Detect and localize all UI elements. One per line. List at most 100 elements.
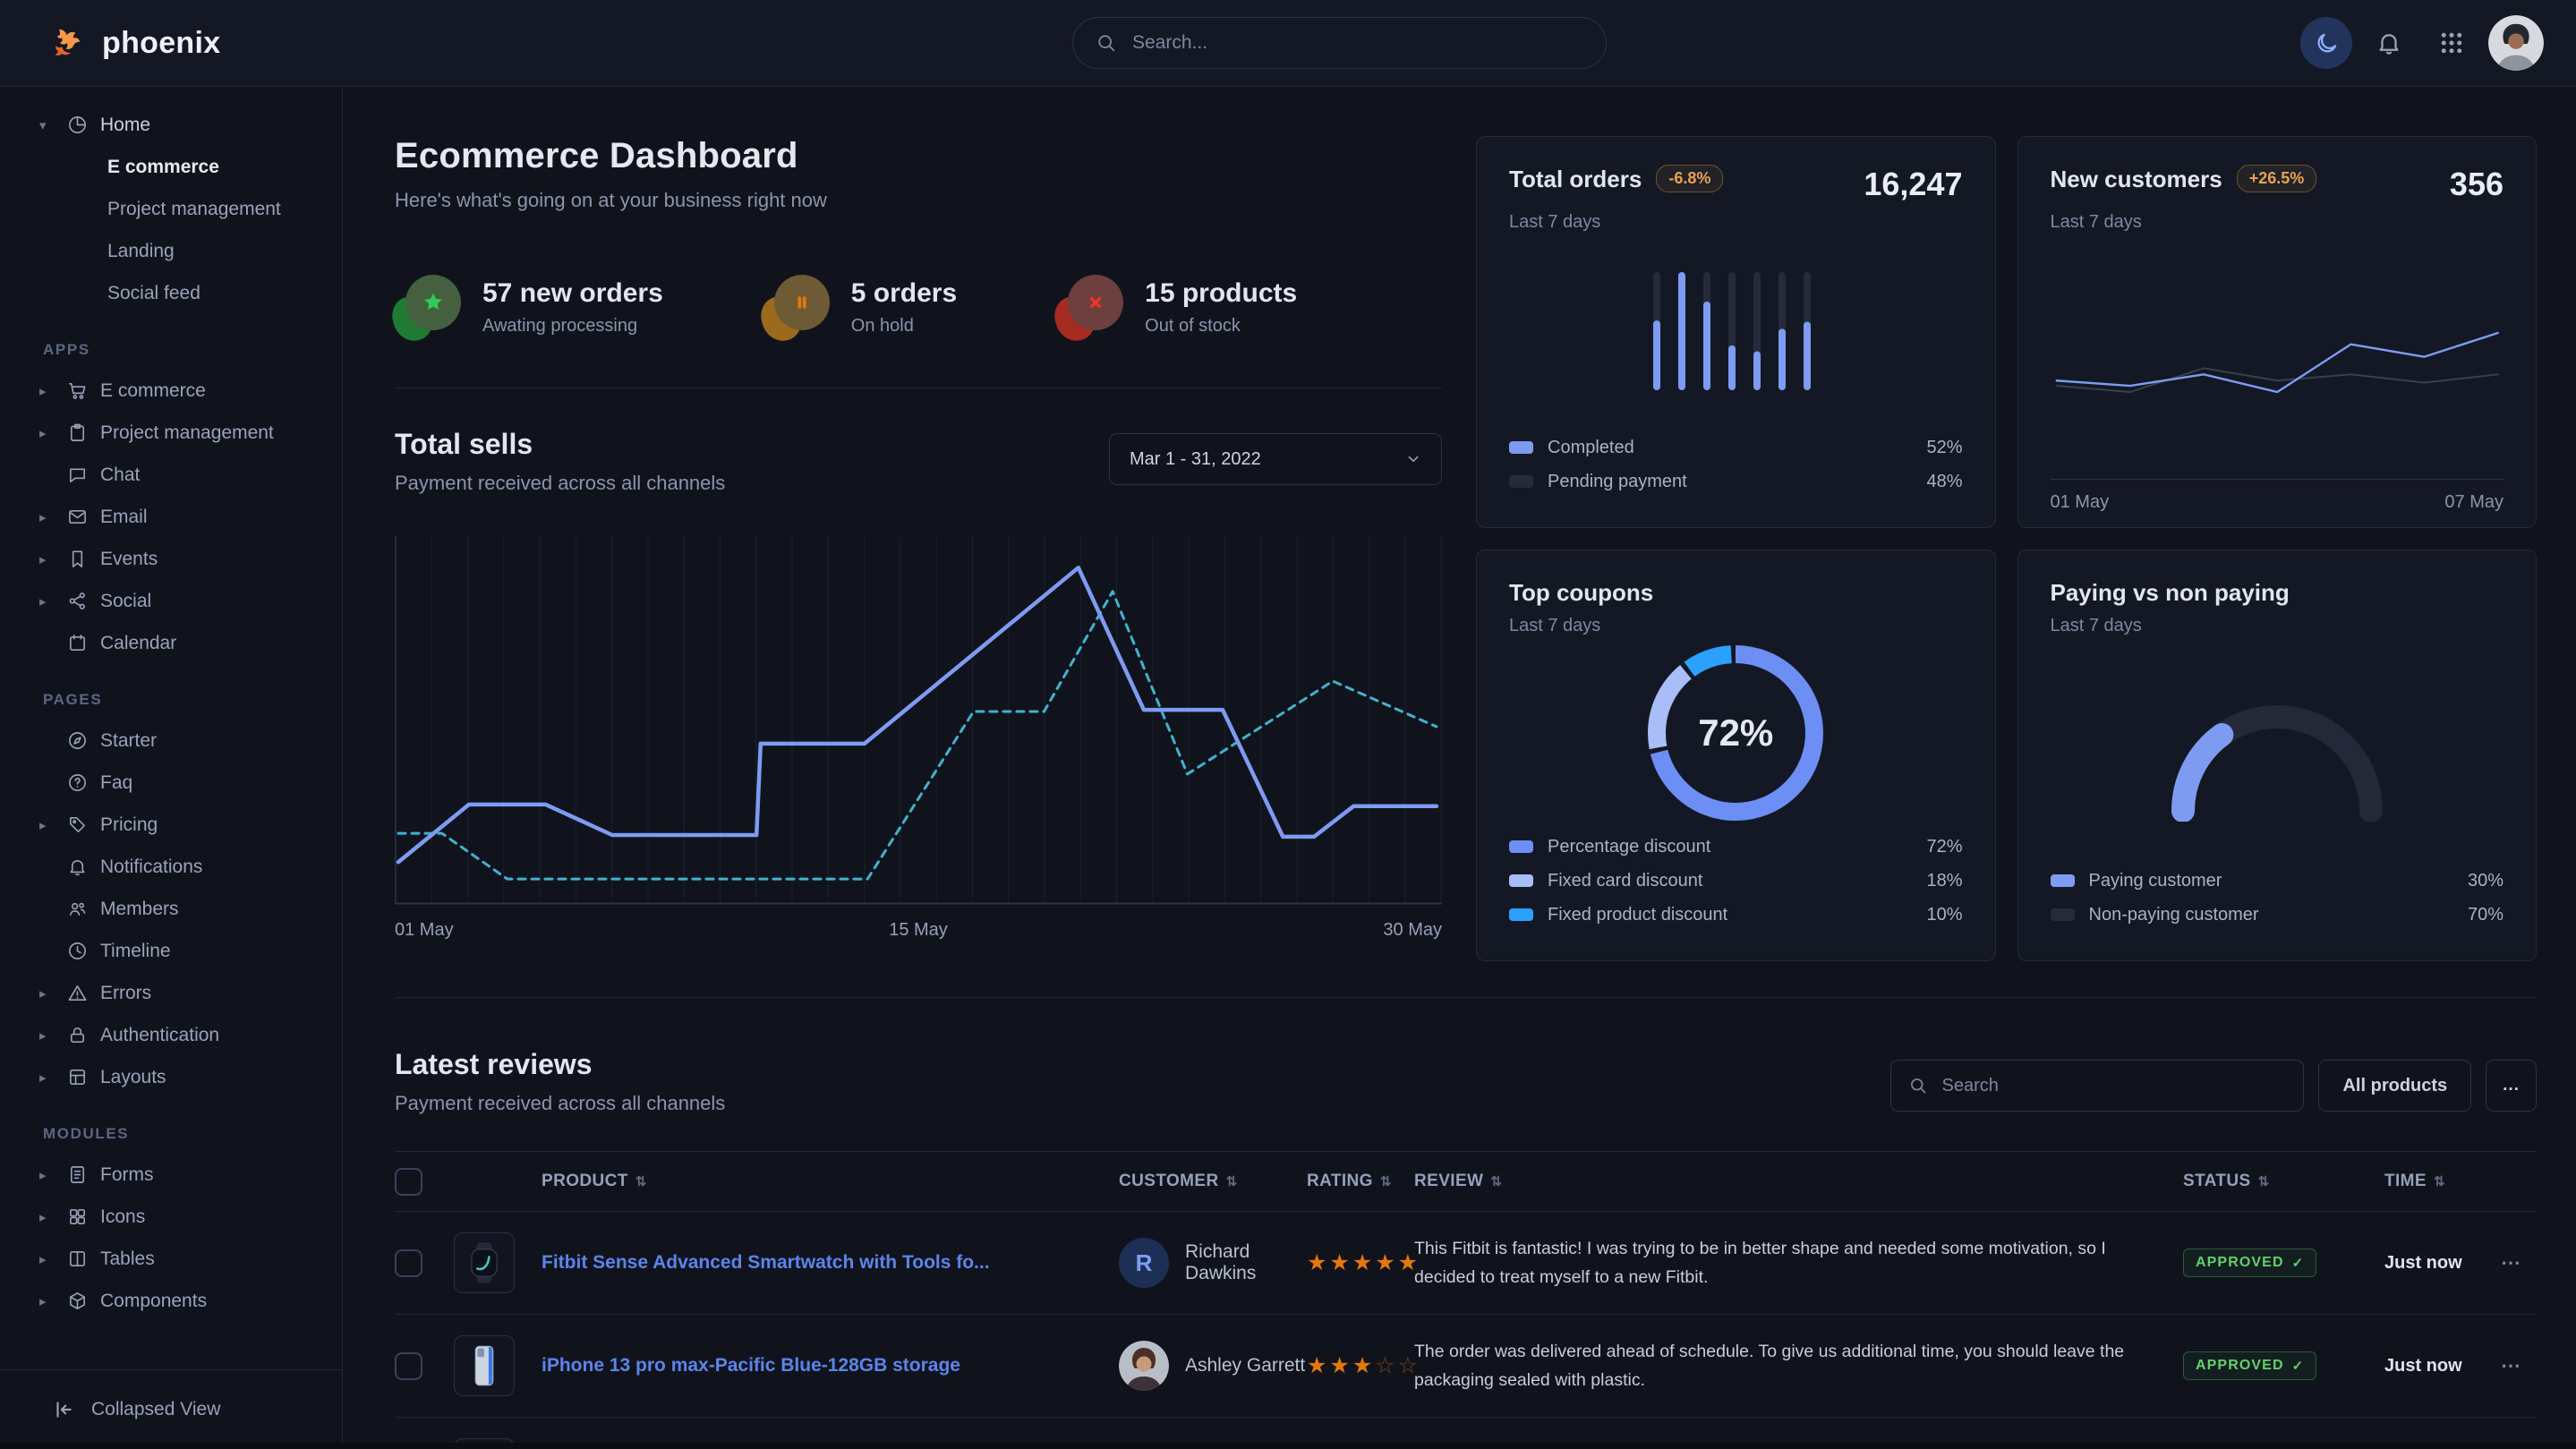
- select-all-checkbox[interactable]: [395, 1168, 422, 1196]
- caret-right-icon: ▸: [39, 1070, 55, 1086]
- sidebar-item-project-management[interactable]: ▸Project management: [0, 412, 342, 454]
- sort-icon[interactable]: ⇅: [2434, 1173, 2445, 1189]
- check-icon: ✓: [2292, 1255, 2305, 1271]
- sidebar-item-pricing[interactable]: ▸Pricing: [0, 804, 342, 846]
- sidebar-item-starter[interactable]: Starter: [0, 720, 342, 762]
- column-header-product[interactable]: PRODUCT ⇅: [542, 1172, 1119, 1191]
- sidebar-item-landing[interactable]: Landing: [0, 230, 342, 272]
- legend-label: Completed: [1548, 438, 1634, 458]
- caret-right-icon: ▸: [39, 1293, 55, 1309]
- sort-icon[interactable]: ⇅: [1380, 1173, 1392, 1189]
- sort-icon[interactable]: ⇅: [2258, 1173, 2270, 1189]
- top-coupons-card: Top coupons Last 7 days 72% Percentage d…: [1476, 550, 1996, 961]
- sort-icon[interactable]: ⇅: [1490, 1173, 1502, 1189]
- row-checkbox[interactable]: [395, 1249, 422, 1277]
- sidebar-nav: ▾HomeE commerceProject managementLanding…: [0, 86, 342, 1369]
- sidebar-item-label: Email: [100, 507, 148, 528]
- product-link[interactable]: iPhone 13 pro max-Pacific Blue-128GB sto…: [542, 1355, 1119, 1377]
- sidebar-item-timeline[interactable]: Timeline: [0, 930, 342, 972]
- reviews-table: PRODUCT ⇅ CUSTOMER ⇅ RATING ⇅ REVIEW ⇅ S…: [395, 1151, 2537, 1449]
- sidebar-item-label: Events: [100, 549, 158, 570]
- sidebar-item-email[interactable]: ▸Email: [0, 496, 342, 538]
- column-label: PRODUCT: [542, 1172, 628, 1191]
- sidebar-item-components[interactable]: ▸ Components: [0, 1280, 342, 1322]
- customer-cell[interactable]: Ashley Garrett: [1119, 1341, 1307, 1391]
- rating-stars: ★★★★★: [1307, 1249, 1414, 1276]
- customer-cell[interactable]: RRichard Dawkins: [1119, 1238, 1307, 1288]
- column-header-time[interactable]: TIME ⇅: [2384, 1172, 2501, 1191]
- sidebar-item-project-management[interactable]: Project management: [0, 188, 342, 230]
- bell-icon: [67, 857, 88, 877]
- change-badge: -6.8%: [1656, 165, 1723, 192]
- column-header-rating[interactable]: RATING ⇅: [1307, 1172, 1414, 1191]
- sidebar-item-label: Tables: [100, 1249, 155, 1270]
- sidebar-item-chat[interactable]: Chat: [0, 454, 342, 496]
- sidebar-item-label: Components: [100, 1291, 207, 1312]
- sidebar-item-calendar[interactable]: Calendar: [0, 622, 342, 664]
- customer-avatar: [1119, 1341, 1169, 1391]
- column-header-status[interactable]: STATUS ⇅: [2183, 1172, 2384, 1191]
- sidebar-item-events[interactable]: ▸Events: [0, 538, 342, 580]
- notifications-button[interactable]: [2363, 17, 2415, 69]
- moon-icon: [2315, 31, 2339, 55]
- sidebar-item-faq[interactable]: Faq: [0, 762, 342, 804]
- sidebar-item-social-feed[interactable]: Social feed: [0, 272, 342, 314]
- sidebar-item-authentication[interactable]: ▸Authentication: [0, 1014, 342, 1056]
- sidebar-item-icons[interactable]: ▸Icons: [0, 1196, 342, 1238]
- column-header-review[interactable]: REVIEW ⇅: [1414, 1172, 2183, 1191]
- date-range-select[interactable]: Mar 1 - 31, 2022: [1109, 433, 1442, 485]
- reviews-search-input[interactable]: [1940, 1075, 2285, 1097]
- sidebar-item-notifications[interactable]: Notifications: [0, 846, 342, 888]
- product-thumbnail[interactable]: [454, 1335, 515, 1396]
- sidebar-item-tables[interactable]: ▸Tables: [0, 1238, 342, 1280]
- legend-value: 70%: [2468, 905, 2503, 925]
- sidebar-item-e-commerce[interactable]: E commerce: [0, 146, 342, 188]
- more-options-button[interactable]: ...: [2486, 1060, 2537, 1112]
- sidebar-item-e-commerce[interactable]: ▸E commerce: [0, 370, 342, 412]
- reviews-subtitle: Payment received across all channels: [395, 1092, 725, 1115]
- collapse-view-button[interactable]: Collapsed View: [0, 1369, 342, 1449]
- check-icon: ✓: [2292, 1358, 2305, 1374]
- product-link[interactable]: Fitbit Sense Advanced Smartwatch with To…: [542, 1252, 1119, 1274]
- row-more-icon[interactable]: ⋯: [2501, 1251, 2521, 1274]
- card-period: Last 7 days: [2051, 212, 2504, 233]
- brand-logo[interactable]: phoenix: [0, 23, 220, 63]
- sidebar-item-home[interactable]: ▾Home: [0, 104, 342, 146]
- avatar-image: [2488, 15, 2544, 71]
- form-icon: [67, 1164, 88, 1185]
- caret-right-icon: ▸: [39, 383, 55, 399]
- sort-icon[interactable]: ⇅: [1226, 1173, 1238, 1189]
- all-products-button[interactable]: All products: [2318, 1060, 2471, 1112]
- product-thumbnail[interactable]: [454, 1232, 515, 1293]
- phoenix-logo-icon: [50, 23, 90, 63]
- legend-swatch: [2051, 908, 2075, 921]
- table-row: iPhone 13 pro max-Pacific Blue-128GB sto…: [395, 1315, 2537, 1418]
- sort-icon[interactable]: ⇅: [635, 1173, 647, 1189]
- card-value: 16,247: [1864, 166, 1962, 203]
- sidebar-item-members[interactable]: Members: [0, 888, 342, 930]
- bookmark-icon: [67, 549, 88, 569]
- row-more-icon[interactable]: ⋯: [2501, 1354, 2521, 1377]
- sidebar-item-social[interactable]: ▸Social: [0, 580, 342, 622]
- clock-icon: [67, 941, 88, 961]
- sidebar-item-forms[interactable]: ▸Forms: [0, 1154, 342, 1196]
- caret-right-icon: ▸: [39, 817, 55, 833]
- legend-swatch: [1509, 874, 1533, 887]
- page-title: Ecommerce Dashboard: [395, 136, 1442, 176]
- legend-value: 18%: [1926, 871, 1962, 891]
- apps-menu-button[interactable]: [2426, 17, 2478, 69]
- apps-grid-icon: [2438, 30, 2465, 56]
- column-label: CUSTOMER: [1119, 1172, 1219, 1191]
- search-input[interactable]: [1130, 31, 1582, 55]
- sidebar-item-layouts[interactable]: ▸Layouts: [0, 1056, 342, 1098]
- caret-down-icon: ▾: [39, 117, 55, 133]
- reviews-search[interactable]: [1890, 1060, 2304, 1112]
- row-checkbox[interactable]: [395, 1352, 422, 1380]
- chat-icon: [67, 465, 88, 485]
- stat-value: 57 new orders: [482, 278, 663, 309]
- user-avatar[interactable]: [2488, 15, 2544, 71]
- sidebar-item-errors[interactable]: ▸Errors: [0, 972, 342, 1014]
- theme-toggle-button[interactable]: [2300, 17, 2352, 69]
- global-search[interactable]: [1072, 17, 1607, 69]
- column-header-customer[interactable]: CUSTOMER ⇅: [1119, 1172, 1307, 1191]
